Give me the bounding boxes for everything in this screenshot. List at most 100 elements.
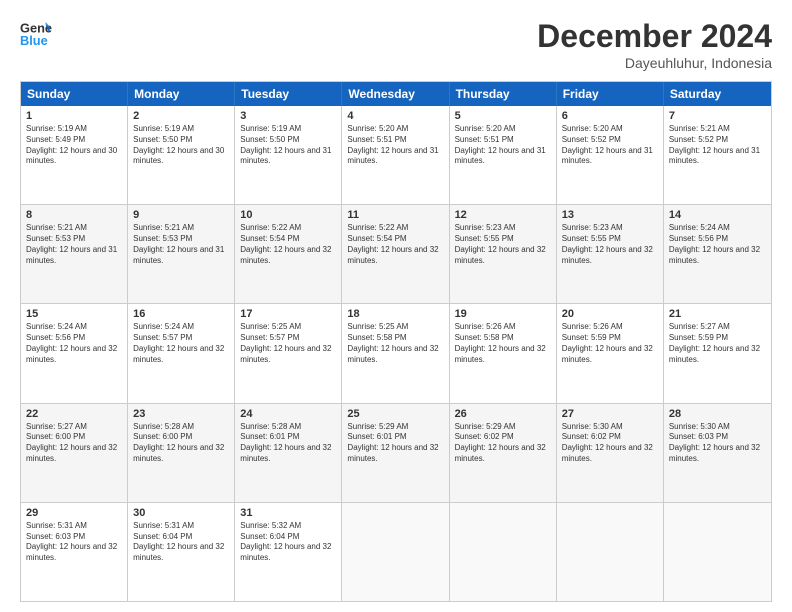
calendar-row-4: 29 Sunrise: 5:31 AM Sunset: 6:03 PM Dayli… [21,502,771,601]
calendar-row-2: 15Sunrise: 5:24 AM Sunset: 5:56 PM Dayli… [21,303,771,402]
calendar-row-3: 22 Sunrise: 5:27 AM Sunset: 6:00 PM Dayli… [21,403,771,502]
calendar-cell-3: 3 Sunrise: 5:19 AM Sunset: 5:50 PM Daylig… [235,106,342,204]
cell-info: Sunrise: 5:30 AM Sunset: 6:03 PM Dayligh… [669,422,766,465]
day-number: 13 [562,209,658,221]
calendar-cell-empty [342,503,449,601]
month-title: December 2024 [537,18,772,55]
day-number: 10 [240,209,336,221]
cell-info: Sunrise: 5:27 AM Sunset: 5:59 PM Dayligh… [669,322,766,365]
cell-info: Sunrise: 5:24 AM Sunset: 5:56 PM Dayligh… [669,223,766,266]
cell-info: Sunrise: 5:21 AM Sunset: 5:53 PM Dayligh… [133,223,229,266]
calendar-cell-10: 10 Sunrise: 5:22 AM Sunset: 5:54 PM Dayli… [235,205,342,303]
cell-info: Sunrise: 5:29 AM Sunset: 6:02 PM Dayligh… [455,422,551,465]
day-number: 19 [455,308,551,320]
cell-info: Sunrise: 5:23 AM Sunset: 5:55 PM Dayligh… [455,223,551,266]
cell-info: Sunrise: 5:31 AM Sunset: 6:04 PM Dayligh… [133,521,229,564]
cell-info: Sunrise: 5:25 AM Sunset: 5:57 PM Dayligh… [240,322,336,365]
calendar-row-0: 1 Sunrise: 5:19 AM Sunset: 5:49 PM Daylig… [21,106,771,204]
calendar-cell-23: 23 Sunrise: 5:28 AM Sunset: 6:00 PM Dayli… [128,404,235,502]
day-number: 3 [240,110,336,122]
day-number: 1 [26,110,122,122]
day-number: 29 [26,507,122,519]
calendar-cell-16: 16Sunrise: 5:24 AM Sunset: 5:57 PM Dayli… [128,304,235,402]
calendar-cell-5: 5 Sunrise: 5:20 AM Sunset: 5:51 PM Daylig… [450,106,557,204]
day-number: 8 [26,209,122,221]
cell-info: Sunrise: 5:21 AM Sunset: 5:53 PM Dayligh… [26,223,122,266]
day-number: 28 [669,408,766,420]
cell-info: Sunrise: 5:21 AM Sunset: 5:52 PM Dayligh… [669,124,766,167]
cell-info: Sunrise: 5:28 AM Sunset: 6:00 PM Dayligh… [133,422,229,465]
calendar-cell-empty [557,503,664,601]
header-day-monday: Monday [128,82,235,106]
calendar-cell-17: 17 Sunrise: 5:25 AM Sunset: 5:57 PM Dayli… [235,304,342,402]
calendar-cell-24: 24 Sunrise: 5:28 AM Sunset: 6:01 PM Dayli… [235,404,342,502]
cell-info: Sunrise: 5:24 AM Sunset: 5:56 PM Dayligh… [26,322,122,365]
cell-info: Sunrise: 5:19 AM Sunset: 5:49 PM Dayligh… [26,124,122,167]
cell-info: Sunrise: 5:24 AM Sunset: 5:57 PM Dayligh… [133,322,229,365]
calendar-cell-27: 27 Sunrise: 5:30 AM Sunset: 6:02 PM Dayli… [557,404,664,502]
day-number: 7 [669,110,766,122]
calendar-cell-31: 31Sunrise: 5:32 AM Sunset: 6:04 PM Dayli… [235,503,342,601]
cell-info: Sunrise: 5:29 AM Sunset: 6:01 PM Dayligh… [347,422,443,465]
cell-info: Sunrise: 5:19 AM Sunset: 5:50 PM Dayligh… [133,124,229,167]
calendar-cell-20: 20 Sunrise: 5:26 AM Sunset: 5:59 PM Dayli… [557,304,664,402]
title-block: December 2024 Dayeuhluhur, Indonesia [537,18,772,71]
day-number: 30 [133,507,229,519]
cell-info: Sunrise: 5:20 AM Sunset: 5:51 PM Dayligh… [455,124,551,167]
cell-info: Sunrise: 5:23 AM Sunset: 5:55 PM Dayligh… [562,223,658,266]
cell-info: Sunrise: 5:19 AM Sunset: 5:50 PM Dayligh… [240,124,336,167]
header-day-sunday: Sunday [21,82,128,106]
day-number: 22 [26,408,122,420]
day-number: 9 [133,209,229,221]
calendar-cell-25: 25Sunrise: 5:29 AM Sunset: 6:01 PM Dayli… [342,404,449,502]
svg-text:Blue: Blue [20,33,48,48]
calendar-cell-7: 7 Sunrise: 5:21 AM Sunset: 5:52 PM Daylig… [664,106,771,204]
calendar-cell-26: 26 Sunrise: 5:29 AM Sunset: 6:02 PM Dayli… [450,404,557,502]
day-number: 23 [133,408,229,420]
cell-info: Sunrise: 5:30 AM Sunset: 6:02 PM Dayligh… [562,422,658,465]
calendar-cell-1: 1 Sunrise: 5:19 AM Sunset: 5:49 PM Daylig… [21,106,128,204]
day-number: 12 [455,209,551,221]
calendar-cell-29: 29 Sunrise: 5:31 AM Sunset: 6:03 PM Dayli… [21,503,128,601]
day-number: 17 [240,308,336,320]
cell-info: Sunrise: 5:26 AM Sunset: 5:59 PM Dayligh… [562,322,658,365]
day-number: 2 [133,110,229,122]
day-number: 5 [455,110,551,122]
cell-info: Sunrise: 5:31 AM Sunset: 6:03 PM Dayligh… [26,521,122,564]
calendar-cell-21: 21 Sunrise: 5:27 AM Sunset: 5:59 PM Dayli… [664,304,771,402]
calendar-cell-13: 13 Sunrise: 5:23 AM Sunset: 5:55 PM Dayli… [557,205,664,303]
day-number: 24 [240,408,336,420]
day-number: 6 [562,110,658,122]
cell-info: Sunrise: 5:25 AM Sunset: 5:58 PM Dayligh… [347,322,443,365]
cell-info: Sunrise: 5:27 AM Sunset: 6:00 PM Dayligh… [26,422,122,465]
header-day-friday: Friday [557,82,664,106]
day-number: 4 [347,110,443,122]
day-number: 20 [562,308,658,320]
calendar-cell-empty [664,503,771,601]
calendar-cell-28: 28 Sunrise: 5:30 AM Sunset: 6:03 PM Dayli… [664,404,771,502]
day-number: 21 [669,308,766,320]
calendar-cell-4: 4 Sunrise: 5:20 AM Sunset: 5:51 PM Daylig… [342,106,449,204]
header-day-thursday: Thursday [450,82,557,106]
day-number: 27 [562,408,658,420]
day-number: 31 [240,507,336,519]
calendar-cell-empty [450,503,557,601]
header-day-wednesday: Wednesday [342,82,449,106]
calendar-cell-14: 14Sunrise: 5:24 AM Sunset: 5:56 PM Dayli… [664,205,771,303]
calendar-cell-15: 15Sunrise: 5:24 AM Sunset: 5:56 PM Dayli… [21,304,128,402]
calendar-cell-12: 12 Sunrise: 5:23 AM Sunset: 5:55 PM Dayli… [450,205,557,303]
day-number: 18 [347,308,443,320]
cell-info: Sunrise: 5:22 AM Sunset: 5:54 PM Dayligh… [240,223,336,266]
header-day-tuesday: Tuesday [235,82,342,106]
page: General Blue December 2024 Dayeuhluhur, … [0,0,792,612]
cell-info: Sunrise: 5:20 AM Sunset: 5:51 PM Dayligh… [347,124,443,167]
calendar-cell-11: 11Sunrise: 5:22 AM Sunset: 5:54 PM Dayli… [342,205,449,303]
cell-info: Sunrise: 5:28 AM Sunset: 6:01 PM Dayligh… [240,422,336,465]
calendar-cell-9: 9 Sunrise: 5:21 AM Sunset: 5:53 PM Daylig… [128,205,235,303]
calendar-cell-2: 2 Sunrise: 5:19 AM Sunset: 5:50 PM Daylig… [128,106,235,204]
calendar-cell-30: 30 Sunrise: 5:31 AM Sunset: 6:04 PM Dayli… [128,503,235,601]
calendar-cell-6: 6Sunrise: 5:20 AM Sunset: 5:52 PM Daylig… [557,106,664,204]
day-number: 26 [455,408,551,420]
calendar-cell-22: 22 Sunrise: 5:27 AM Sunset: 6:00 PM Dayli… [21,404,128,502]
calendar-row-1: 8 Sunrise: 5:21 AM Sunset: 5:53 PM Daylig… [21,204,771,303]
